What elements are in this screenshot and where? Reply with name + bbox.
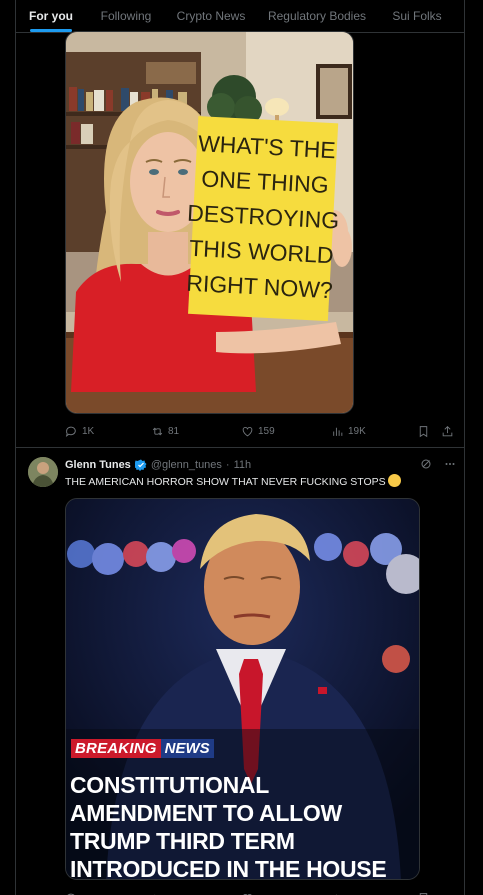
tab-crypto-news[interactable]: Crypto News [166,0,256,32]
author-handle[interactable]: @glenn_tunes [151,459,222,471]
reply-button[interactable]: 1K [65,425,94,438]
tab-label: Crypto News [176,9,246,23]
like-button[interactable]: 159 [241,425,275,438]
author-name[interactable]: Glenn Tunes [65,459,131,471]
post-divider [16,447,464,448]
more-icon[interactable] [444,458,456,470]
views-button[interactable]: 19K [331,425,366,438]
tab-label: Regulatory Bodies [267,9,367,23]
repost-button[interactable]: 81 [151,425,179,438]
news-label: NEWS [160,739,214,758]
image-headline: CONSTITUTIONAL AMENDMENT TO ALLOW TRUMP … [70,771,419,880]
timeline-column: For you Following Crypto News Regulatory… [15,0,465,895]
bookmark-button[interactable] [417,425,430,438]
like-icon [242,893,253,895]
bookmark-icon [419,425,428,437]
rolling-eyes-emoji-icon [387,474,401,487]
post-image-breaking-news[interactable]: BREAKING NEWS CONSTITUTIONAL AMENDMENT T… [65,498,420,880]
like-count: 159 [258,425,275,437]
avatar[interactable] [28,457,58,487]
post-time[interactable]: 11h [234,459,252,471]
post-image-sign-woman[interactable]: WHAT'S THE ONE THING DESTROYING THIS WOR… [65,31,354,414]
like-button[interactable] [241,892,254,895]
tab-label: For you [29,9,73,23]
tab-for-you[interactable]: For you [16,0,86,32]
separator-dot: · [225,459,230,471]
repost-button[interactable] [151,892,164,895]
post-text-content: THE AMERICAN HORROR SHOW THAT NEVER FUCK… [65,476,386,488]
share-icon [442,425,453,436]
reply-icon [67,893,75,895]
post-top-icons [420,458,456,470]
verified-icon [134,459,147,471]
breaking-news-banner: BREAKING NEWS [71,739,214,758]
views-icon [333,427,343,436]
headline-line: CONSTITUTIONAL [70,772,269,798]
headline-line: AMENDMENT TO ALLOW [70,800,342,826]
bookmark-button[interactable] [417,892,430,895]
post-text: THE AMERICAN HORROR SHOW THAT NEVER FUCK… [65,474,401,488]
timeline-tabs: For you Following Crypto News Regulatory… [16,0,464,33]
tab-following[interactable]: Following [86,0,166,32]
views-button[interactable] [331,892,344,895]
views-icon [335,894,337,895]
reply-icon [65,426,76,437]
post-header: Glenn Tunes @glenn_tunes · 11h [65,458,251,472]
tab-regulatory-bodies[interactable]: Regulatory Bodies [256,0,378,32]
reply-count: 1K [82,425,95,437]
post-actions-partial [65,888,458,895]
bookmark-icon [419,892,428,895]
tab-label: Following [100,9,152,23]
like-icon [242,426,253,436]
headline-line: INTRODUCED IN THE HOUSE [70,856,387,880]
headline-line: TRUMP THIRD TERM [70,828,295,854]
repost-count: 81 [168,425,180,437]
tab-label: Sui Folks [392,9,442,23]
post-actions: 1K 81 159 19K [65,421,458,441]
views-count: 19K [348,425,366,437]
reply-button[interactable] [65,892,78,895]
breaking-label: BREAKING [71,739,161,758]
repost-icon [152,427,163,435]
share-button[interactable] [441,425,454,438]
tab-sui-folks[interactable]: Sui Folks [378,0,456,32]
repost-icon [153,894,160,895]
grok-icon[interactable] [420,458,432,470]
